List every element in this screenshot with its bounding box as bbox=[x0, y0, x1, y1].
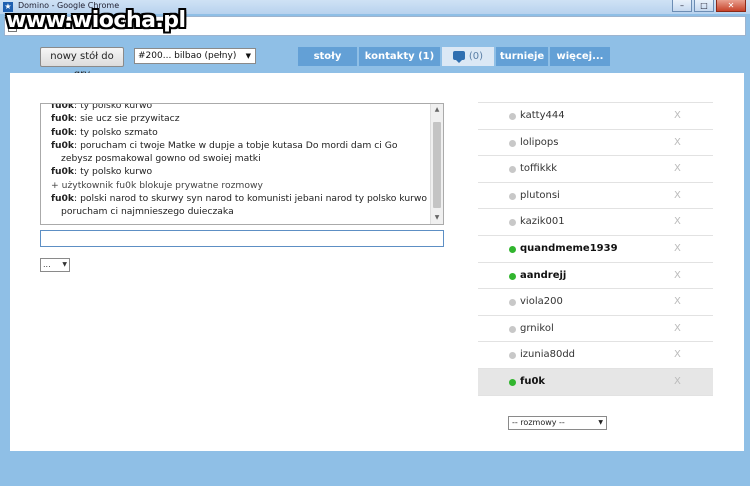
user-row[interactable]: plutonsi X bbox=[478, 183, 713, 210]
remove-user-icon[interactable]: X bbox=[674, 342, 681, 368]
user-name[interactable]: izunia80dd bbox=[520, 349, 575, 360]
watermark-logo: www.wiocha.pl bbox=[6, 8, 186, 33]
message-nick[interactable]: fu0k bbox=[51, 113, 74, 124]
chat-scrollbar[interactable]: ▲ ▼ bbox=[430, 104, 443, 224]
user-name[interactable]: plutonsi bbox=[520, 190, 560, 201]
chat-message: fu0k: ty polsko kurwo bbox=[51, 103, 429, 112]
status-dot-icon bbox=[509, 378, 516, 386]
status-dot-icon bbox=[509, 139, 516, 147]
chat-messages: fu0k: ty polsko kurwo fu0k: sie ucz sie … bbox=[41, 103, 429, 219]
remove-user-icon[interactable]: X bbox=[674, 369, 681, 395]
user-row[interactable]: lolipops X bbox=[478, 130, 713, 157]
message-text: : porucham ci twoje Matke w dupje a tobj… bbox=[61, 139, 398, 165]
chat-message: fu0k: polski narod to skurwy syn narod t… bbox=[51, 192, 429, 219]
user-row[interactable]: kazik001 X bbox=[478, 209, 713, 236]
dropdown-arrow-icon: ▼ bbox=[598, 419, 603, 426]
remove-user-icon[interactable]: X bbox=[674, 130, 681, 156]
close-window-button[interactable]: ✕ bbox=[716, 0, 746, 12]
user-name[interactable]: katty444 bbox=[520, 110, 565, 121]
nav-tabs: stoły kontakty (1) (0) turnieje więcej..… bbox=[298, 47, 610, 66]
chat-mode-value: ... bbox=[43, 260, 51, 269]
user-name[interactable]: lolipops bbox=[520, 137, 558, 148]
message-text: : ty polsko kurwo bbox=[74, 103, 153, 111]
status-dot-icon bbox=[509, 192, 516, 200]
dropdown-arrow-icon: ▼ bbox=[245, 52, 251, 60]
chat-message: fu0k: sie ucz sie przywitacz bbox=[51, 112, 429, 125]
remove-user-icon[interactable]: X bbox=[674, 263, 681, 289]
user-name[interactable]: toffikkk bbox=[520, 163, 557, 174]
remove-user-icon[interactable]: X bbox=[674, 316, 681, 342]
table-select[interactable]: #200... bilbao (pełny) ▼ bbox=[134, 48, 256, 64]
user-row[interactable]: viola200 X bbox=[478, 289, 713, 316]
message-nick[interactable]: fu0k bbox=[51, 193, 74, 204]
chat-log[interactable]: fu0k: ty polsko kurwo fu0k: sie ucz sie … bbox=[40, 103, 444, 225]
user-name[interactable]: aandrejj bbox=[520, 270, 566, 281]
window-controls: – □ ✕ bbox=[672, 0, 746, 12]
message-text: : polski narod to skurwy syn narod to ko… bbox=[61, 193, 428, 218]
user-row-self[interactable]: fu0k X bbox=[478, 368, 713, 396]
user-row[interactable]: toffikkk X bbox=[478, 156, 713, 183]
tab-messages-count: (0) bbox=[468, 51, 484, 62]
chat-bubble-icon bbox=[452, 51, 465, 63]
maximize-button[interactable]: □ bbox=[694, 0, 714, 12]
tab-contacts[interactable]: kontakty (1) bbox=[359, 47, 440, 66]
remove-user-icon[interactable]: X bbox=[674, 156, 681, 182]
user-name[interactable]: quandmeme1939 bbox=[520, 243, 618, 254]
remove-user-icon[interactable]: X bbox=[674, 289, 681, 315]
scrollbar-thumb[interactable] bbox=[433, 122, 441, 208]
status-dot-icon bbox=[509, 325, 516, 333]
table-select-value: #200... bilbao (pełny) bbox=[138, 51, 237, 61]
chat-message: fu0k: ty polsko szmato bbox=[51, 126, 429, 139]
remove-user-icon[interactable]: X bbox=[674, 209, 681, 235]
status-dot-icon bbox=[509, 166, 516, 174]
user-name[interactable]: kazik001 bbox=[520, 216, 565, 227]
message-text: : ty polsko kurwo bbox=[74, 166, 153, 178]
tab-messages[interactable]: (0) bbox=[442, 47, 494, 66]
message-text: : sie ucz sie przywitacz bbox=[74, 113, 180, 125]
user-list: katty444 X lolipops X toffikkk X plutonsi X … bbox=[478, 102, 713, 396]
chat-input[interactable] bbox=[40, 230, 444, 247]
conversations-select[interactable]: -- rozmowy -- ▼ bbox=[508, 416, 607, 430]
user-row[interactable]: izunia80dd X bbox=[478, 342, 713, 369]
user-row[interactable]: aandrejj X bbox=[478, 263, 713, 290]
user-row[interactable]: quandmeme1939 X bbox=[478, 236, 713, 263]
conversations-select-value: -- rozmowy -- bbox=[512, 418, 565, 427]
bottom-bar bbox=[0, 452, 750, 486]
message-nick[interactable]: fu0k bbox=[51, 127, 74, 138]
message-nick[interactable]: fu0k bbox=[51, 166, 74, 177]
chat-message: fu0k: ty polsko kurwo bbox=[51, 165, 429, 178]
message-text: : ty polsko szmato bbox=[74, 126, 158, 138]
remove-user-icon[interactable]: X bbox=[674, 183, 681, 209]
dropdown-arrow-icon: ▼ bbox=[62, 261, 67, 268]
user-name[interactable]: viola200 bbox=[520, 296, 563, 307]
tab-tables[interactable]: stoły bbox=[298, 47, 357, 66]
minimize-button[interactable]: – bbox=[672, 0, 692, 12]
chat-mode-select[interactable]: ... ▼ bbox=[40, 258, 70, 272]
user-row[interactable]: katty444 X bbox=[478, 103, 713, 130]
chat-message: fu0k: porucham ci twoje Matke w dupje a … bbox=[51, 139, 429, 166]
system-notice: + użytkownik fu0k blokuje prywatne rozmo… bbox=[51, 179, 429, 192]
tab-tournaments[interactable]: turnieje bbox=[496, 47, 548, 66]
user-row[interactable]: grnikol X bbox=[478, 316, 713, 343]
status-dot-icon bbox=[509, 219, 516, 227]
status-dot-icon bbox=[509, 245, 516, 253]
new-table-button[interactable]: nowy stół do gry bbox=[40, 47, 124, 80]
status-dot-icon bbox=[509, 113, 516, 120]
main-panel: fu0k: ty polsko kurwo fu0k: sie ucz sie … bbox=[10, 73, 744, 451]
scroll-down-arrow-icon[interactable]: ▼ bbox=[431, 212, 443, 224]
user-name[interactable]: fu0k bbox=[520, 376, 545, 387]
remove-user-icon[interactable]: X bbox=[674, 103, 681, 129]
notice-text: + użytkownik fu0k blokuje prywatne rozmo… bbox=[51, 179, 263, 191]
scroll-up-arrow-icon[interactable]: ▲ bbox=[431, 104, 443, 116]
message-nick[interactable]: fu0k bbox=[51, 140, 74, 151]
status-dot-icon bbox=[509, 299, 516, 307]
tab-more[interactable]: więcej... bbox=[550, 47, 610, 66]
status-dot-icon bbox=[509, 272, 516, 280]
status-dot-icon bbox=[509, 352, 516, 360]
remove-user-icon[interactable]: X bbox=[674, 236, 681, 262]
user-name[interactable]: grnikol bbox=[520, 323, 554, 334]
message-nick[interactable]: fu0k bbox=[51, 104, 74, 111]
